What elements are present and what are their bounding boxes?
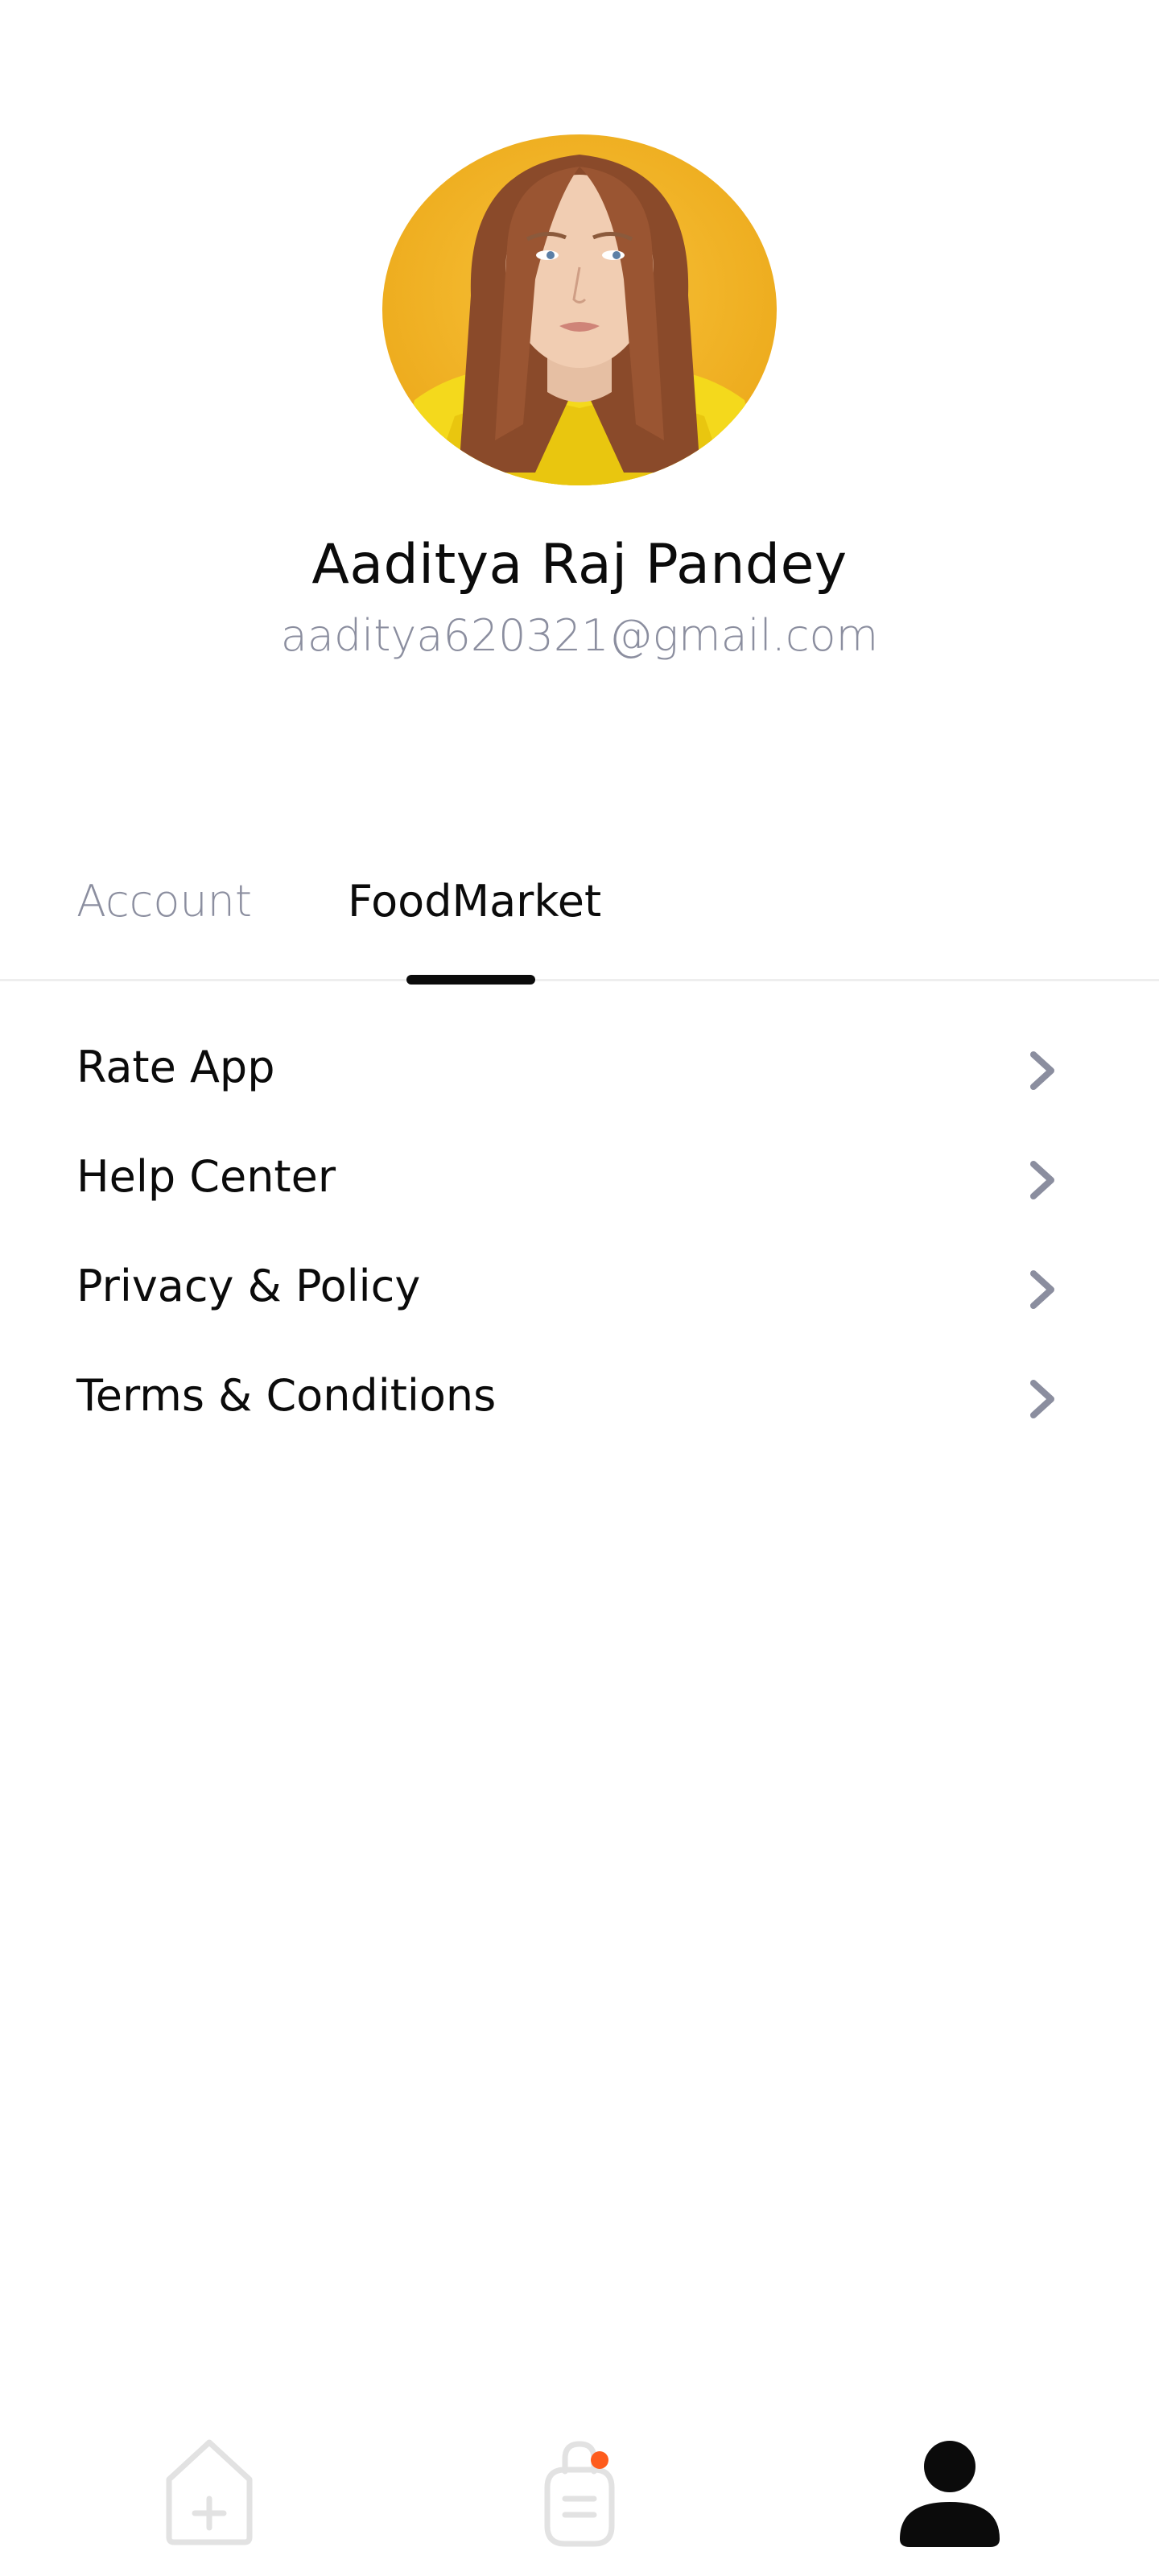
- menu-item-label: Privacy & Policy: [76, 1261, 421, 1311]
- tab-foodmarket[interactable]: FoodMarket: [348, 869, 601, 934]
- home-icon: [166, 2439, 253, 2545]
- nav-orders[interactable]: [523, 2431, 636, 2552]
- nav-home[interactable]: [153, 2431, 266, 2552]
- bottom-nav: [0, 2399, 1159, 2576]
- menu-item-privacy-policy[interactable]: Privacy & Policy: [0, 1235, 1159, 1344]
- menu-list: Rate App Help Center Privacy & Policy Te…: [0, 1016, 1159, 1454]
- avatar-photo: [382, 134, 777, 485]
- user-icon: [900, 2441, 1000, 2547]
- avatar[interactable]: [382, 134, 777, 485]
- profile-tabs: Account FoodMarket: [0, 845, 1159, 985]
- profile-name: Aaditya Raj Pandey: [311, 533, 848, 597]
- menu-item-label: Terms & Conditions: [76, 1370, 497, 1421]
- chevron-right-icon: [1022, 1048, 1062, 1093]
- menu-item-label: Help Center: [76, 1151, 336, 1202]
- notification-dot: [591, 2451, 608, 2469]
- shopping-bag-icon: [544, 2441, 615, 2547]
- menu-item-help-center[interactable]: Help Center: [0, 1125, 1159, 1235]
- nav-profile[interactable]: [893, 2431, 1006, 2552]
- tab-account[interactable]: Account: [76, 869, 252, 934]
- active-tab-indicator: [406, 975, 535, 985]
- chevron-right-icon: [1022, 1158, 1062, 1203]
- chevron-right-icon: [1022, 1267, 1062, 1312]
- chevron-right-icon: [1022, 1377, 1062, 1422]
- menu-item-label: Rate App: [76, 1042, 275, 1092]
- menu-item-rate-app[interactable]: Rate App: [0, 1016, 1159, 1125]
- menu-item-terms-conditions[interactable]: Terms & Conditions: [0, 1344, 1159, 1454]
- profile-email: aaditya620321@gmail.com: [280, 610, 879, 661]
